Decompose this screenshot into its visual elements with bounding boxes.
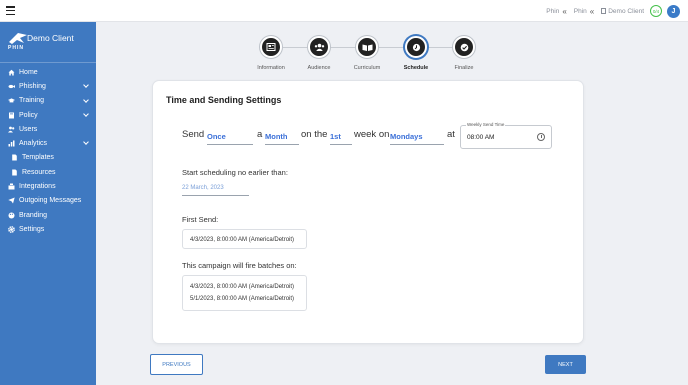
batches-label: This campaign will fire batches on: [182,261,297,270]
file-icon [11,169,18,176]
brand[interactable]: PHIN Demo Client [6,30,94,52]
chevron-down-icon [83,111,89,117]
word-a: a [257,129,263,140]
plug-icon [8,183,15,190]
sidebar-item-home[interactable]: Home [0,65,96,79]
users-icon [8,126,15,133]
frequency-select[interactable]: Once [207,128,253,145]
check-circle-icon [453,36,475,58]
first-send-label: First Send: [182,215,219,224]
top-bar: Phin « Phin « Demo Client 0/4 J [0,0,688,22]
book-icon [8,112,15,119]
batches-box: 4/3/2023, 8:00:00 AM (America/Detroit) 5… [182,275,307,311]
chevron-down-icon [83,82,89,89]
chevron-down-icon [83,139,89,146]
ordinal-select[interactable]: 1st [330,128,352,145]
step-schedule[interactable]: Schedule [391,36,441,71]
user-avatar[interactable]: J [667,4,680,18]
first-send-value: 4/3/2023, 8:00:00 AM (America/Detroit) [190,237,295,243]
start-date-field[interactable]: 22 March, 2023 [182,185,249,196]
palette-icon [8,212,15,219]
step-audience[interactable]: Audience [294,36,344,71]
sidebar-item-users[interactable]: Users [0,122,96,136]
sidebar-item-outgoing-messages[interactable]: Outgoing Messages [0,194,96,208]
sidebar-item-policy[interactable]: Policy [0,108,96,122]
chart-icon [8,140,15,147]
graduation-cap-icon [8,97,15,104]
sidebar-item-templates[interactable]: Templates [0,151,96,165]
top-right-nav: Phin « Phin « Demo Client 0/4 J [539,3,680,19]
breadcrumb-phin-2[interactable]: Phin « [574,7,594,16]
clock-icon[interactable] [537,133,545,141]
next-button[interactable]: NEXT [545,355,586,374]
weekly-send-time-label: Weekly Send Time [466,122,506,127]
document-icon [601,8,607,14]
first-send-box: 4/3/2023, 8:00:00 AM (America/Detroit) [182,229,307,249]
phin-logo-icon [9,33,27,44]
breadcrumb-phin-1[interactable]: Phin « [546,7,566,16]
sidebar-nav: Home Phishing Training Policy Users Anal… [0,65,96,237]
users-icon [308,36,330,58]
previous-button[interactable]: PREVIOUS [150,354,203,375]
brand-name: Demo Client [27,33,74,43]
word-week-on: week on [354,129,390,140]
weekday-select[interactable]: Mondays [390,128,444,145]
sidebar-item-training[interactable]: Training [0,94,96,108]
word-on-the: on the [301,129,328,140]
gear-icon [8,226,15,233]
sidebar-item-phishing[interactable]: Phishing [0,79,96,93]
schedule-card: Time and Sending Settings Send Once a Mo… [153,81,583,343]
file-icon [11,154,18,161]
step-finalize[interactable]: Finalize [439,36,489,71]
card-title: Time and Sending Settings [166,95,282,105]
hamburger-menu-icon[interactable] [6,6,15,15]
start-scheduling-label: Start scheduling no earlier than: [182,168,288,177]
batch-date: 4/3/2023, 8:00:00 AM (America/Detroit) [190,284,295,290]
send-icon [8,197,15,204]
sidebar-item-analytics[interactable]: Analytics [0,136,96,150]
weekly-send-time-field[interactable]: Weekly Send Time 08:00 AM [460,122,552,149]
clock-icon [405,36,427,58]
batch-date: 5/1/2023, 8:00:00 AM (America/Detroit) [190,296,295,302]
open-book-icon [356,36,378,58]
weekly-send-time-value: 08:00 AM [467,134,495,141]
sidebar: PHIN Demo Client Home Phishing Training … [0,22,96,385]
sidebar-item-settings[interactable]: Settings [0,222,96,236]
sidebar-item-resources[interactable]: Resources [0,165,96,179]
send-schedule-sentence: Send Once a Month on the 1st week on Mon… [182,122,572,149]
chevron-down-icon [83,96,89,103]
step-curriculum[interactable]: Curriculum [342,36,392,71]
newspaper-icon [260,36,282,58]
step-information[interactable]: Information [246,36,296,71]
breadcrumb-client[interactable]: Demo Client [601,8,644,15]
word-at: at [447,129,455,140]
period-select[interactable]: Month [265,128,299,145]
progress-badge[interactable]: 0/4 [650,5,662,17]
chevrons-left-icon: « [562,6,567,16]
sidebar-item-integrations[interactable]: Integrations [0,179,96,193]
word-send: Send [182,129,205,140]
chevrons-left-icon: « [589,6,595,16]
wizard-stepper: Information Audience Curriculum Schedule… [250,36,490,76]
home-icon [8,69,15,76]
sidebar-item-branding[interactable]: Branding [0,208,96,222]
logo-text: PHIN [8,45,24,51]
fish-icon [8,83,15,90]
sidebar-divider [0,62,96,63]
